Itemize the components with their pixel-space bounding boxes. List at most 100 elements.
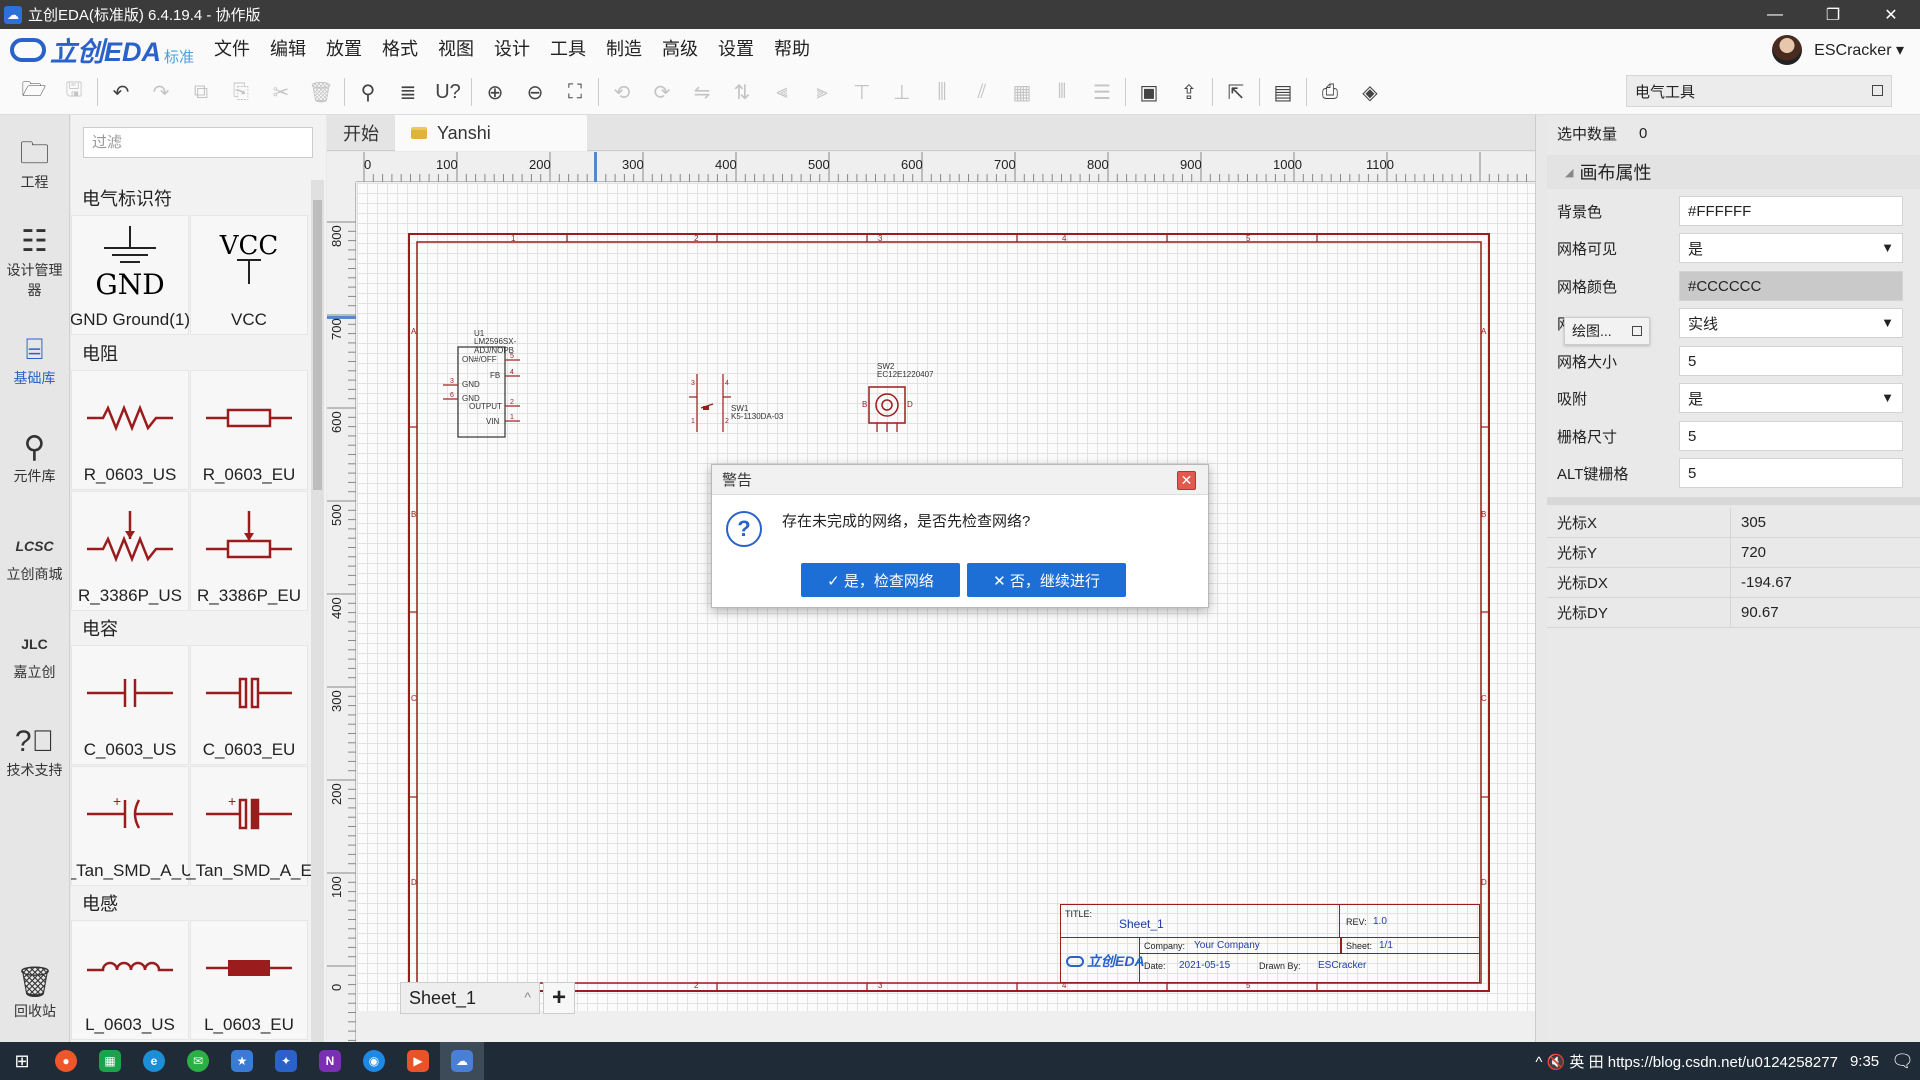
undo-icon[interactable]: ↶ xyxy=(101,75,141,109)
menu-edit[interactable]: 编辑 xyxy=(260,29,316,70)
save-icon[interactable]: 🖫 xyxy=(54,75,94,109)
minimize-button[interactable]: — xyxy=(1746,0,1804,29)
edge-browser-icon[interactable]: e xyxy=(132,1042,176,1080)
grid-visible-select[interactable]: 是 ▼ xyxy=(1679,233,1903,263)
library-item-pot-eu[interactable]: R_3386P_EU xyxy=(190,491,308,611)
easyeda-taskbar-icon[interactable]: ☁ xyxy=(440,1042,484,1080)
menu-tools[interactable]: 工具 xyxy=(540,29,596,70)
rotate-left-icon[interactable]: ⟲ xyxy=(602,75,642,109)
category-header[interactable]: 电容 xyxy=(82,615,118,641)
menu-fabrication[interactable]: 制造 xyxy=(596,29,652,70)
library-scrollbar[interactable] xyxy=(311,180,324,1042)
avatar[interactable] xyxy=(1772,34,1803,65)
nav-jlc[interactable]: JLC 嘉立创 xyxy=(0,605,69,703)
taskbar-app-icon[interactable]: ▶ xyxy=(396,1042,440,1080)
flip-vertical-icon[interactable]: ⇅ xyxy=(722,75,762,109)
align-right-icon[interactable]: ⫸ xyxy=(802,75,842,109)
unit-icon[interactable]: U? xyxy=(428,75,468,109)
zoom-in-icon[interactable]: ⊕ xyxy=(475,75,515,109)
fit-view-icon[interactable]: ⛶ xyxy=(555,75,595,109)
taskbar-app-icon[interactable]: ▦ xyxy=(88,1042,132,1080)
library-item-c-us[interactable]: C_0603_US xyxy=(71,645,189,765)
library-item-l-eu[interactable]: L_0603_EU xyxy=(190,920,308,1040)
tab-start[interactable]: 开始 xyxy=(327,115,395,151)
bg-color-input[interactable]: #FFFFFF xyxy=(1679,196,1903,226)
align-top-icon[interactable]: ⊤ xyxy=(842,75,882,109)
rotate-right-icon[interactable]: ⟳ xyxy=(642,75,682,109)
menu-file[interactable]: 文件 xyxy=(204,29,260,70)
copy-icon[interactable]: ⧉ xyxy=(181,75,221,109)
image-icon[interactable]: ▣ xyxy=(1129,75,1169,109)
alt-snap-input[interactable]: 5 xyxy=(1679,458,1903,488)
add-sheet-button[interactable]: + xyxy=(543,982,575,1014)
align-center-v-icon[interactable]: ⫽ xyxy=(962,75,1002,109)
chevron-up-icon[interactable]: ^ xyxy=(524,989,531,1005)
wechat-icon[interactable]: ✉ xyxy=(176,1042,220,1080)
taskbar-app-icon[interactable]: ★ xyxy=(220,1042,264,1080)
taskbar-app-icon[interactable]: ● xyxy=(44,1042,88,1080)
restore-icon[interactable] xyxy=(1632,326,1642,336)
zoom-out-icon[interactable]: ⊖ xyxy=(515,75,555,109)
bom-icon[interactable]: ▤ xyxy=(1263,75,1303,109)
open-folder-icon[interactable]: 🗁 xyxy=(14,75,54,109)
library-item-tan-eu[interactable]: + _Tan_SMD_A_E xyxy=(186,766,312,886)
windows-start-icon[interactable]: ⊞ xyxy=(0,1042,44,1080)
library-item-vcc[interactable]: VCC VCC xyxy=(190,215,308,335)
tab-yanshi[interactable]: Yanshi xyxy=(395,115,587,151)
nav-lcsc[interactable]: LCSC 立创商城 xyxy=(0,507,69,605)
nav-recycle-bin[interactable]: 🗑 回收站 xyxy=(0,944,70,1042)
find-list-icon[interactable]: ≣ xyxy=(388,75,428,109)
menu-view[interactable]: 视图 xyxy=(428,29,484,70)
user-menu[interactable]: ESCracker ▾ xyxy=(1772,29,1904,70)
menu-settings[interactable]: 设置 xyxy=(708,29,764,70)
component-u1[interactable]: U1 LM2596SX-ADJ/NOPB GND GND 3 6 ON#/OFF… xyxy=(402,317,552,447)
flip-horizontal-icon[interactable]: ⇋ xyxy=(682,75,722,109)
nav-basic-library[interactable]: ⌸ 基础库 xyxy=(0,311,69,409)
search-icon[interactable]: ⚲ xyxy=(348,75,388,109)
filter-input[interactable]: 过滤 xyxy=(83,127,313,158)
snap-size-input[interactable]: 5 xyxy=(1679,421,1903,451)
align-left-icon[interactable]: ⫷ xyxy=(762,75,802,109)
library-item-c-eu[interactable]: C_0603_EU xyxy=(190,645,308,765)
nav-component-library[interactable]: ⚲ 元件库 xyxy=(0,409,69,507)
nav-support[interactable]: ?⃝ 技术支持 xyxy=(0,703,69,801)
clock[interactable]: 9:35 xyxy=(1850,1053,1879,1070)
scrollbar-thumb[interactable] xyxy=(313,200,322,490)
menu-place[interactable]: 放置 xyxy=(316,29,372,70)
grid-size-input[interactable]: 5 xyxy=(1679,346,1903,376)
category-header[interactable]: 电阻 xyxy=(82,340,118,366)
nav-design-manager[interactable]: ☷ 设计管理器 xyxy=(0,213,69,311)
taskbar-app-icon[interactable]: ◉ xyxy=(352,1042,396,1080)
library-item-r-eu[interactable]: R_0603_EU xyxy=(190,370,308,490)
panel-splitter[interactable] xyxy=(1535,115,1547,1042)
redo-icon[interactable]: ↷ xyxy=(141,75,181,109)
import-icon[interactable]: ⇪ xyxy=(1169,75,1209,109)
layers-icon[interactable]: ◈ xyxy=(1350,75,1390,109)
tray-text[interactable]: ^ 🔇 英 田 https://blog.csdn.net/u012425827… xyxy=(1535,1051,1838,1072)
pointer-icon[interactable]: ⇱ xyxy=(1216,75,1256,109)
electrical-tools-panel[interactable]: 电气工具 xyxy=(1626,75,1892,107)
nav-project[interactable]: 🗀 工程 xyxy=(0,115,69,213)
component-sw2[interactable]: SW2 EC12E1220407 B D xyxy=(847,362,967,437)
library-item-pot-us[interactable]: R_3386P_US xyxy=(71,491,189,611)
maximize-button[interactable]: ❐ xyxy=(1804,0,1862,29)
notification-icon[interactable]: 🗨 xyxy=(1891,1051,1914,1072)
component-sw1[interactable]: 3 4 1 2 SW1 K5-1130DA-03 xyxy=(687,372,797,442)
grid-color-input[interactable]: #CCCCCC xyxy=(1679,271,1903,301)
sheet-tab-1[interactable]: Sheet_1 ^ xyxy=(400,982,540,1014)
align-center-h-icon[interactable]: ⫼ xyxy=(922,75,962,109)
delete-icon[interactable]: 🗑 xyxy=(301,75,341,109)
onenote-icon[interactable]: N xyxy=(308,1042,352,1080)
paste-icon[interactable]: ⎘ xyxy=(221,75,261,109)
menu-format[interactable]: 格式 xyxy=(372,29,428,70)
menu-advanced[interactable]: 高级 xyxy=(652,29,708,70)
restore-icon[interactable] xyxy=(1872,85,1883,96)
library-item-l-us[interactable]: L_0603_US xyxy=(71,920,189,1040)
align-grid-icon[interactable]: ▦ xyxy=(1002,75,1042,109)
distribute-h-icon[interactable]: ⫴ xyxy=(1042,75,1082,109)
grid-style-select[interactable]: 实线 ▼ xyxy=(1679,308,1903,338)
cut-icon[interactable]: ✂ xyxy=(261,75,301,109)
close-window-button[interactable]: ✕ xyxy=(1862,0,1920,29)
title-block[interactable]: TITLE: Sheet_1 REV: 1.0 立创EDA Company: Y… xyxy=(1060,904,1480,983)
drawing-tools-panel[interactable]: 绘图... xyxy=(1564,317,1650,345)
